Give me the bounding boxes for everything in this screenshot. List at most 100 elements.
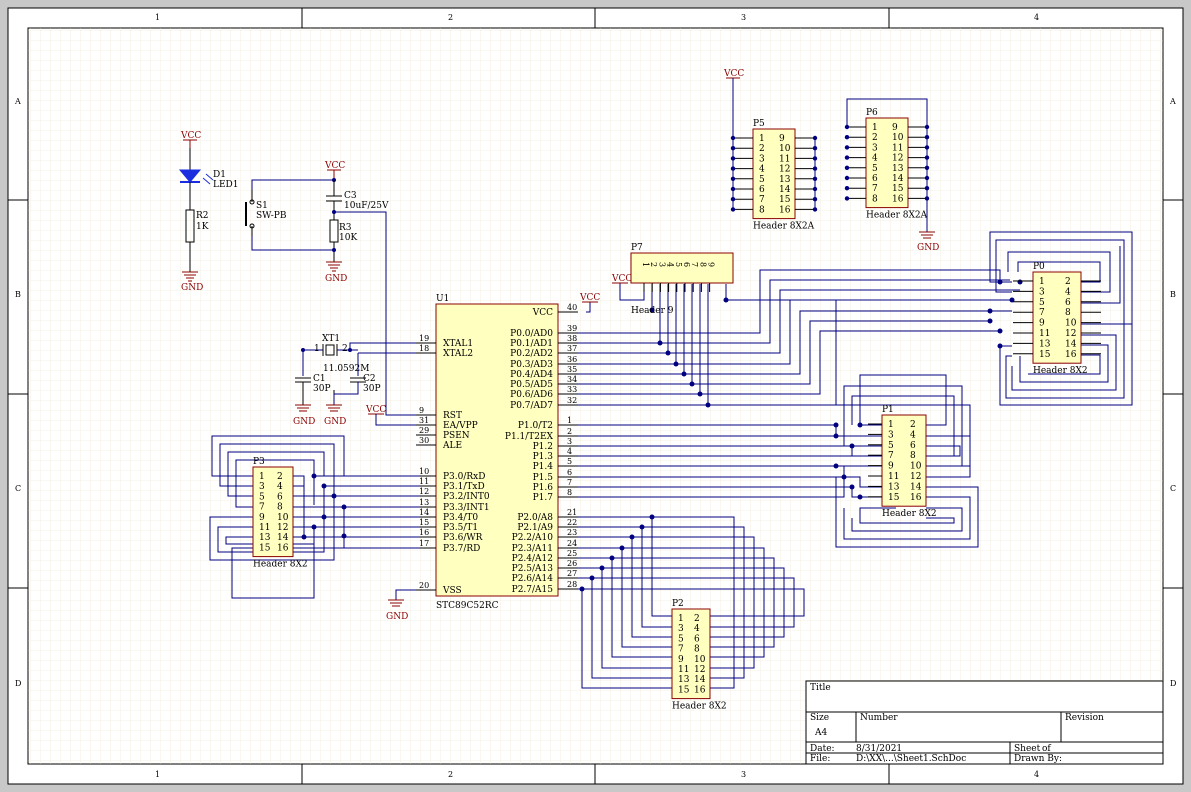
date-value: 8/31/2021 [856, 744, 902, 754]
u1-pin-number: 39 [567, 324, 577, 333]
p6-pin-number: 3 [872, 143, 878, 153]
u1-pin-name: P2.0/A8 [517, 513, 553, 523]
p2-pin-number: 8 [694, 645, 700, 655]
u1-pin-name: P3.0/RxD [443, 472, 485, 482]
p5-pin-number: 5 [759, 175, 765, 185]
u1-pin-number: 1 [567, 416, 572, 425]
u1-pin-number: 28 [567, 580, 577, 589]
u1-pin-number: 20 [419, 581, 429, 590]
p0-pin-number: 4 [1065, 287, 1071, 297]
p5-value: Header 8X2A [753, 222, 815, 232]
zone-col-label: 2 [448, 13, 453, 22]
gnd-label: GND [325, 274, 347, 284]
r3-ref: R3 [339, 223, 352, 233]
p3-pin-number: 4 [277, 482, 283, 492]
zone-row-label: A [1169, 97, 1176, 106]
zone-col-label: 4 [1034, 13, 1039, 22]
c1-value: 30P [313, 384, 331, 394]
vcc-label: VCC [365, 405, 386, 415]
c3-value: 10uF/25V [344, 201, 389, 211]
zone-row-label: C [15, 484, 21, 493]
p5-pin-number: 3 [759, 154, 765, 164]
p1-ref: P1 [882, 405, 894, 415]
p1-pin-number: 15 [888, 493, 900, 503]
u1-pin-number: 3 [567, 437, 572, 446]
p1-pin-number: 11 [888, 472, 899, 482]
gnd-label: GND [181, 283, 203, 293]
p2-pin-number: 4 [694, 624, 700, 634]
u1-pin-number: 11 [419, 477, 429, 486]
p1-pin-number: 9 [888, 462, 894, 472]
u1-pin-name: P1.4 [533, 462, 554, 472]
date-label: Date: [810, 744, 835, 754]
u1-pin-name: VCC [532, 308, 553, 318]
u1-pin-name: P2.1/A9 [517, 523, 553, 533]
u1-pin-number: 31 [419, 416, 429, 425]
sheet-label: Sheet [1014, 744, 1041, 754]
vcc-label: VCC [180, 131, 201, 141]
sheet-of: of [1042, 744, 1051, 754]
drawn-by-label: Drawn By: [1014, 754, 1062, 764]
xt1-pin1: 1 [314, 344, 320, 354]
p5-pin-number: 10 [779, 144, 791, 154]
u1-pin-name: P1.3 [533, 452, 554, 462]
title-label: Title [810, 683, 831, 693]
u1-pin-number: 13 [419, 498, 429, 507]
u1-pin-name: P3.5/T1 [443, 523, 478, 533]
p6-pin-number: 9 [892, 123, 898, 133]
vcc-label: VCC [723, 69, 744, 79]
gnd-label: GND [324, 417, 346, 427]
p3-pin-number: 9 [259, 513, 265, 523]
gnd-label: GND [293, 417, 315, 427]
xt1-pin2: 2 [342, 344, 348, 354]
u1-pin-name: P0.3/AD3 [510, 360, 553, 370]
u1-pin-name: P0.0/AD0 [510, 329, 553, 339]
u1-pin-name: XTAL2 [443, 349, 473, 359]
p6-pin-number: 15 [892, 184, 904, 194]
u1-pin-number: 21 [567, 508, 577, 517]
u1-pin-number: 18 [419, 344, 429, 353]
u1-pin-name: P3.4/T0 [443, 513, 478, 523]
u1-pin-number: 10 [419, 467, 429, 476]
p0-pin-number: 6 [1065, 298, 1071, 308]
p1-pin-number: 6 [910, 441, 916, 451]
d1-ref: D1 [213, 170, 226, 180]
u1-ref: U1 [436, 294, 449, 304]
p6-pin-number: 13 [892, 164, 904, 174]
title-block: Title Size A4 Number Revision Date: 8/31… [805, 680, 1164, 765]
p3-pin-number: 1 [259, 472, 265, 482]
u1-pin-name: P2.3/A11 [512, 544, 553, 554]
u1-pin-name: P3.7/RD [443, 544, 480, 554]
p2-pin-number: 3 [678, 624, 684, 634]
p3-pin-number: 11 [259, 523, 270, 533]
zone-row-label: C [1170, 484, 1176, 493]
u1-pin-name: P0.7/AD7 [510, 401, 553, 411]
p6-ref: P6 [866, 108, 878, 118]
u1-pin-name: P2.4/A12 [512, 554, 553, 564]
s1-value: SW-PB [256, 211, 287, 221]
p3-pin-number: 14 [277, 533, 289, 543]
u1-pin-name: P3.1/TxD [443, 482, 485, 492]
p3-pin-number: 5 [259, 492, 265, 502]
p0-pin-number: 8 [1065, 308, 1071, 318]
u1-pin-number: 14 [419, 508, 429, 517]
u1-pin-name: P1.5 [533, 473, 554, 483]
p5-pin-number: 2 [759, 144, 765, 154]
p0-pin-number: 5 [1039, 298, 1045, 308]
p5-pin-number: 1 [759, 134, 765, 144]
p2-pin-number: 15 [678, 685, 690, 695]
u1-pin-number: 9 [419, 406, 424, 415]
u1-microcontroller: U1 STC89C52RC 19XTAL118XTAL29RST31EA/VPP… [416, 294, 578, 611]
p6-pin-number: 12 [892, 154, 903, 164]
p3-pin-number: 16 [277, 543, 289, 553]
p3-value: Header 8X2 [253, 560, 308, 570]
zone-col-label: 3 [741, 770, 746, 779]
p2-pin-number: 9 [678, 655, 684, 665]
p7-pin-number: 3 [657, 262, 666, 267]
size-label: Size [810, 713, 829, 723]
p0-value: Header 8X2 [1033, 366, 1088, 376]
xt1-ref: XT1 [322, 334, 340, 344]
u1-pin-number: 16 [419, 528, 429, 537]
p0-pin-number: 9 [1039, 319, 1045, 329]
p0-pin-number: 15 [1039, 350, 1051, 360]
